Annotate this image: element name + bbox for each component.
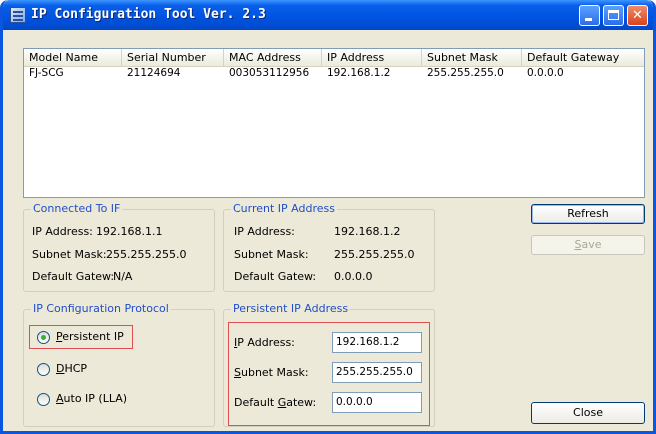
- cell-model-name: FJ-SCG: [29, 67, 64, 79]
- current-ip-group: Current IP Address IP Address: 192.168.1…: [223, 202, 435, 292]
- persistent-ip-input[interactable]: 192.168.1.2: [332, 332, 422, 353]
- current-ip-label: IP Address:: [234, 225, 295, 238]
- current-gw-value: 0.0.0.0: [334, 270, 373, 283]
- column-subnet-mask[interactable]: Subnet Mask: [422, 49, 522, 66]
- maximize-button[interactable]: [603, 5, 624, 26]
- column-serial-number[interactable]: Serial Number: [122, 49, 224, 66]
- current-mask-label: Subnet Mask:: [234, 248, 309, 261]
- close-button[interactable]: Close: [531, 402, 645, 424]
- persistent-mask-input[interactable]: 255.255.255.0: [332, 362, 422, 383]
- app-window: IP Configuration Tool Ver. 2.3 ✕ Model N…: [0, 0, 656, 434]
- title-bar[interactable]: IP Configuration Tool Ver. 2.3 ✕: [3, 0, 653, 30]
- dhcp-label[interactable]: DHCP: [56, 362, 87, 375]
- cell-ip-address: 192.168.1.2: [327, 67, 391, 79]
- table-row[interactable]: FJ-SCG 21124694 003053112956 192.168.1.2…: [24, 66, 644, 80]
- current-mask-value: 255.255.255.0: [334, 248, 415, 261]
- close-window-button[interactable]: ✕: [627, 5, 648, 26]
- connected-ip-value: 192.168.1.1: [96, 225, 163, 238]
- current-ip-group-title: Current IP Address: [231, 202, 337, 215]
- persistent-ip-label[interactable]: Persistent IP: [56, 330, 124, 343]
- connected-gw-value: N/A: [113, 270, 133, 283]
- window-title: IP Configuration Tool Ver. 2.3: [31, 7, 266, 22]
- persistent-ip-group-title: Persistent IP Address: [231, 302, 351, 315]
- connected-gw-label: Default Gatew:: [32, 270, 115, 283]
- app-icon: [10, 7, 26, 23]
- maximize-icon: [608, 10, 619, 20]
- column-default-gateway[interactable]: Default Gateway: [522, 49, 644, 66]
- connected-mask-label: Subnet Mask:: [32, 248, 107, 261]
- current-gw-label: Default Gatew:: [234, 270, 317, 283]
- device-list[interactable]: Model Name Serial Number MAC Address IP …: [23, 48, 645, 198]
- protocol-group-title: IP Configuration Protocol: [31, 302, 171, 315]
- dhcp-radio[interactable]: [37, 363, 50, 376]
- persistent-ip-group: Persistent IP Address IP Address: 192.16…: [223, 302, 435, 427]
- persistent-ip-radio[interactable]: [37, 331, 50, 344]
- connected-ip-label: IP Address:: [32, 225, 93, 238]
- column-model-name[interactable]: Model Name: [24, 49, 122, 66]
- auto-ip-label[interactable]: Auto IP (LLA): [56, 392, 127, 405]
- save-button[interactable]: Save: [531, 235, 645, 255]
- column-ip-address[interactable]: IP Address: [322, 49, 422, 66]
- connected-group: Connected To IF IP Address: 192.168.1.1 …: [23, 202, 215, 292]
- minimize-button[interactable]: [579, 5, 600, 26]
- cell-serial-number: 21124694: [127, 67, 181, 79]
- close-icon: ✕: [632, 8, 643, 23]
- auto-ip-radio[interactable]: [37, 393, 50, 406]
- protocol-group: IP Configuration Protocol Persistent IP …: [23, 302, 215, 427]
- column-mac-address[interactable]: MAC Address: [224, 49, 322, 66]
- persistent-gw-field-label: Default Gatew:: [234, 396, 317, 409]
- persistent-mask-field-label: Subnet Mask:: [234, 366, 309, 379]
- radio-selected-dot: [41, 335, 46, 340]
- current-ip-value: 192.168.1.2: [334, 225, 401, 238]
- connected-mask-value: 255.255.255.0: [106, 248, 187, 261]
- cell-subnet-mask: 255.255.255.0: [427, 67, 504, 79]
- device-list-header: Model Name Serial Number MAC Address IP …: [24, 49, 644, 67]
- cell-default-gateway: 0.0.0.0: [527, 67, 564, 79]
- persistent-gw-input[interactable]: 0.0.0.0: [332, 392, 422, 413]
- connected-group-title: Connected To IF: [31, 202, 123, 215]
- refresh-button[interactable]: Refresh: [531, 204, 645, 224]
- cell-mac-address: 003053112956: [229, 67, 310, 79]
- persistent-ip-field-label: IP Address:: [234, 336, 295, 349]
- minimize-icon: [585, 18, 592, 21]
